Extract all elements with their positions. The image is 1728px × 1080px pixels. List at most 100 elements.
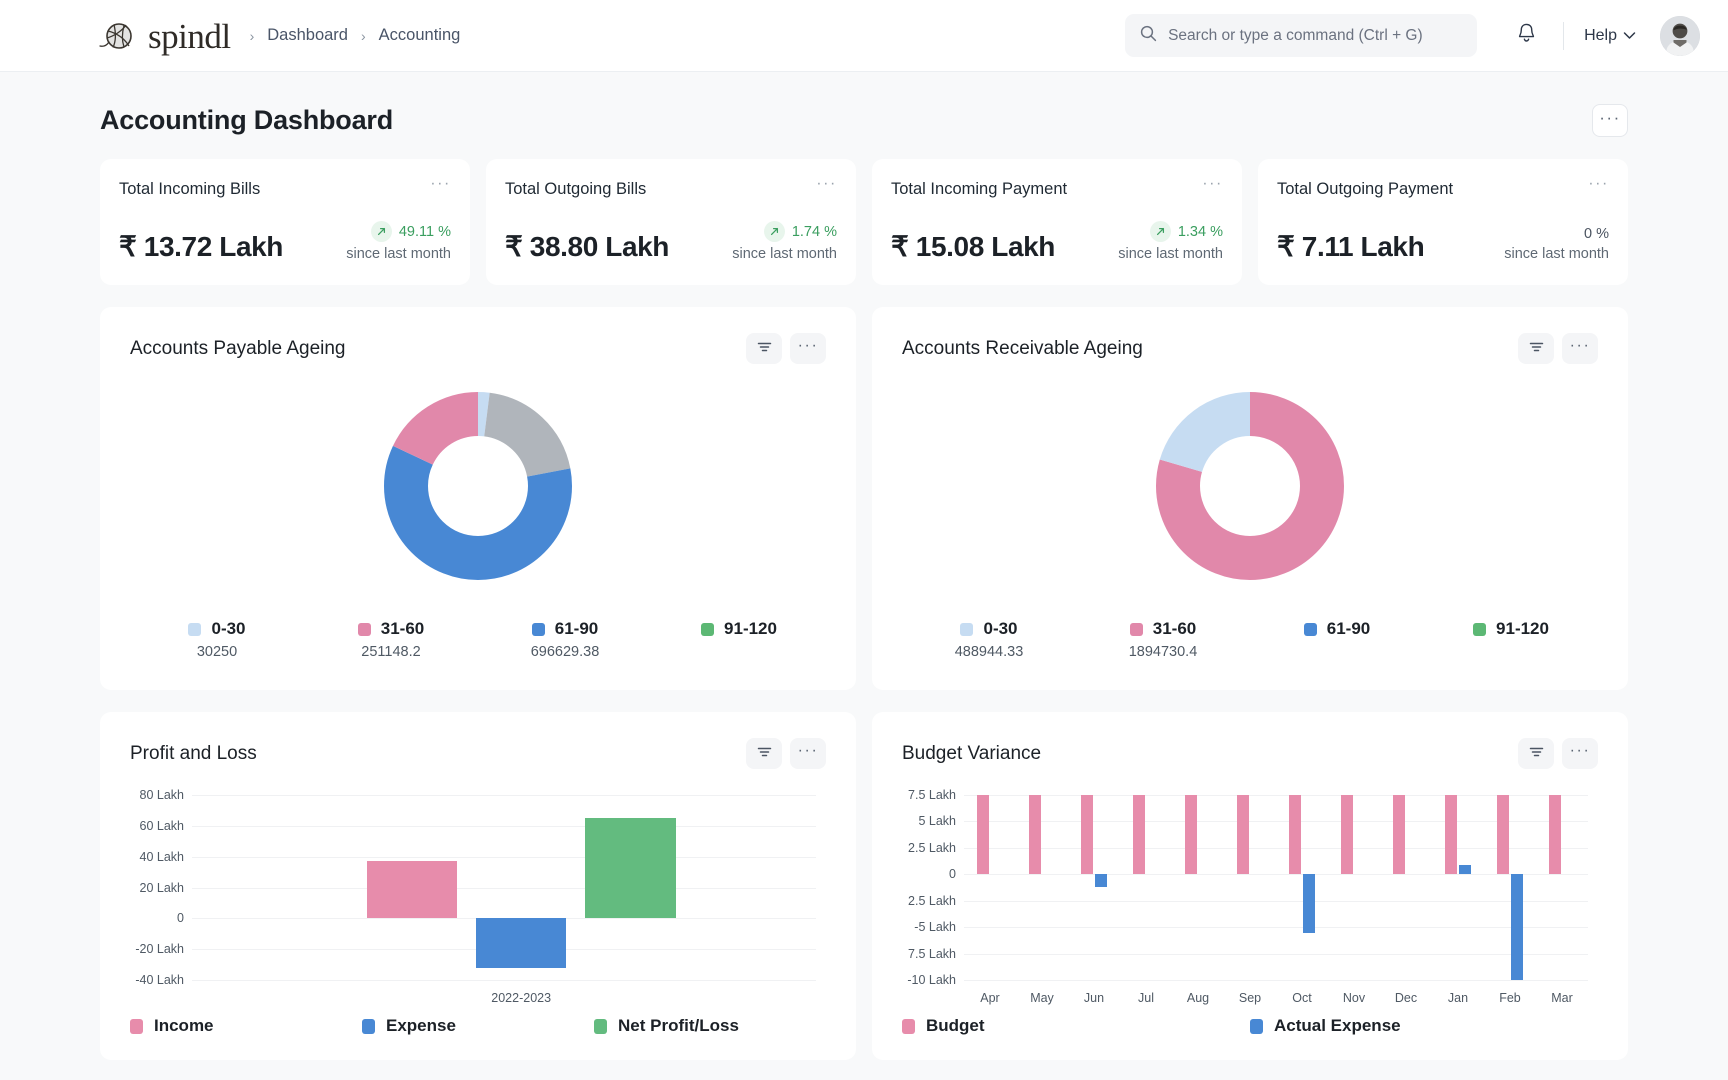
kpi-menu-button[interactable]: ···	[1588, 176, 1609, 192]
legend-item[interactable]: 91-120	[1424, 619, 1598, 660]
legend-swatch	[1250, 1018, 1263, 1034]
legend-item[interactable]: Actual Expense	[1250, 1016, 1598, 1036]
bar-net-profit-loss[interactable]	[585, 818, 676, 919]
card-menu-button[interactable]: ···	[790, 738, 826, 769]
legend-item[interactable]: 31-60 251148.2	[304, 619, 478, 660]
bar-budget-dec[interactable]	[1393, 795, 1405, 875]
gridline	[192, 980, 816, 981]
legend-item[interactable]: Budget	[902, 1016, 1250, 1036]
navbar-right: Search or type a command (Ctrl + G) Help	[1125, 13, 1700, 59]
card-menu-button[interactable]: ···	[1562, 738, 1598, 769]
kpi-card-total-outgoing-payment: Total Outgoing Payment ··· ₹ 7.11 Lakh 0…	[1258, 159, 1628, 285]
x-axis-tick: Feb	[1499, 991, 1521, 1005]
filter-icon	[757, 745, 772, 763]
kpi-row: Total Incoming Bills ··· ₹ 13.72 Lakh 49…	[100, 159, 1628, 285]
search-input[interactable]: Search or type a command (Ctrl + G)	[1125, 14, 1478, 57]
kpi-delta-percent: 49.11 %	[398, 223, 451, 240]
filter-button[interactable]	[1518, 333, 1554, 364]
bar-cards-row: Profit and Loss ··· 80 Lakh 60 Lakh 40 L…	[100, 712, 1628, 1060]
bar-budget-jan[interactable]	[1445, 795, 1457, 875]
y-axis-tick: 2.5 Lakh	[908, 840, 956, 855]
legend-label: 61-90	[554, 619, 599, 638]
help-menu-button[interactable]: Help	[1578, 21, 1642, 51]
legend-budget-variance: Budget Actual Expense	[902, 1016, 1598, 1060]
filter-button[interactable]	[746, 333, 782, 364]
gridline	[964, 847, 1588, 849]
legend-item[interactable]: Expense	[362, 1016, 594, 1036]
card-title: Accounts Payable Ageing	[130, 337, 346, 359]
bar-budget-jun[interactable]	[1081, 795, 1093, 875]
bar-expense[interactable]	[475, 918, 567, 968]
filter-button[interactable]	[746, 738, 782, 769]
bar-budget-oct[interactable]	[1289, 795, 1301, 875]
gridline	[964, 874, 1588, 876]
top-navbar: spindl › Dashboard › Accounting Search o…	[0, 0, 1728, 72]
page-content: Accounting Dashboard ··· Total Incoming …	[0, 72, 1728, 1060]
card-menu-button[interactable]: ···	[790, 333, 826, 364]
page-menu-button[interactable]: ···	[1592, 104, 1628, 137]
bar-income[interactable]	[366, 861, 458, 919]
bar-budget-mar[interactable]	[1549, 795, 1561, 875]
legend-item[interactable]: 0-30 488944.33	[902, 619, 1076, 660]
legend-swatch	[960, 622, 974, 636]
y-axis-tick: 0	[949, 867, 956, 882]
gridline	[964, 953, 1588, 955]
legend-item[interactable]: 31-60 1894730.4	[1076, 619, 1250, 660]
x-axis-tick: 2022-2023	[491, 991, 552, 1005]
bar-actual-expense-feb[interactable]	[1511, 874, 1523, 980]
legend-item[interactable]: Income	[130, 1016, 362, 1036]
breadcrumb-separator-1: ›	[360, 27, 366, 44]
card-menu-button[interactable]: ···	[1562, 333, 1598, 364]
kpi-menu-button[interactable]: ···	[816, 176, 837, 192]
yarn-ball-icon	[98, 21, 140, 51]
avatar[interactable]	[1660, 15, 1700, 56]
legend-item[interactable]: 91-120	[652, 619, 826, 660]
legend-swatch	[188, 622, 202, 636]
bar-budget-apr[interactable]	[977, 795, 989, 875]
filter-button[interactable]	[1518, 738, 1554, 769]
kpi-label: Total Outgoing Bills	[505, 180, 647, 198]
gridline	[192, 887, 816, 889]
legend-label: Income	[154, 1016, 214, 1035]
trend-up-icon	[370, 221, 392, 242]
legend-swatch	[701, 622, 715, 636]
bar-budget-sep[interactable]	[1237, 795, 1249, 875]
y-axis-tick: -20 Lakh	[135, 942, 184, 957]
page-title: Accounting Dashboard	[100, 105, 394, 135]
legend-value: 696629.38	[530, 644, 600, 660]
kpi-delta-percent: 1.74 %	[791, 223, 837, 240]
breadcrumb-item-accounting[interactable]: Accounting	[379, 26, 461, 45]
bar-actual-expense-oct[interactable]	[1303, 874, 1315, 934]
card-title: Accounts Receivable Ageing	[902, 337, 1143, 359]
bar-actual-expense-jun[interactable]	[1095, 874, 1107, 887]
gridline	[192, 825, 816, 827]
x-axis-tick: Nov	[1342, 991, 1366, 1005]
donut-legend-accounts-payable: 0-30 30250 31-60 251148.2 61-90 696629.3…	[130, 619, 826, 690]
gridline	[964, 980, 1588, 981]
legend-item[interactable]: 0-30 30250	[130, 619, 304, 660]
brand-logo[interactable]: spindl	[98, 18, 231, 54]
kpi-delta-caption: since last month	[1504, 246, 1609, 262]
legend-item[interactable]: Net Profit/Loss	[594, 1016, 826, 1036]
filter-icon	[1529, 745, 1544, 763]
trend-up-icon	[763, 221, 785, 242]
kpi-card-total-incoming-bills: Total Incoming Bills ··· ₹ 13.72 Lakh 49…	[100, 159, 470, 285]
legend-swatch	[531, 622, 545, 636]
card-accounts-receivable-ageing: Accounts Receivable Ageing ··· 0-30 4889…	[872, 307, 1628, 690]
gridline	[964, 927, 1588, 929]
bar-actual-expense-jan[interactable]	[1459, 864, 1471, 875]
bar-budget-jul[interactable]	[1133, 795, 1145, 875]
chevron-down-icon	[1623, 27, 1636, 45]
bar-budget-feb[interactable]	[1497, 795, 1509, 875]
kpi-menu-button[interactable]: ···	[430, 176, 451, 192]
bar-budget-nov[interactable]	[1341, 795, 1353, 875]
donut-legend-accounts-receivable: 0-30 488944.33 31-60 1894730.4 61-90 91-…	[902, 619, 1598, 690]
kpi-delta: 49.11 % since last month	[346, 221, 451, 263]
legend-item[interactable]: 61-90	[1250, 619, 1424, 660]
breadcrumb-item-dashboard[interactable]: Dashboard	[267, 26, 348, 45]
notifications-button[interactable]	[1503, 13, 1549, 59]
bar-budget-may[interactable]	[1029, 795, 1041, 875]
bar-budget-aug[interactable]	[1185, 795, 1197, 875]
legend-item[interactable]: 61-90 696629.38	[478, 619, 652, 660]
kpi-menu-button[interactable]: ···	[1202, 176, 1223, 192]
